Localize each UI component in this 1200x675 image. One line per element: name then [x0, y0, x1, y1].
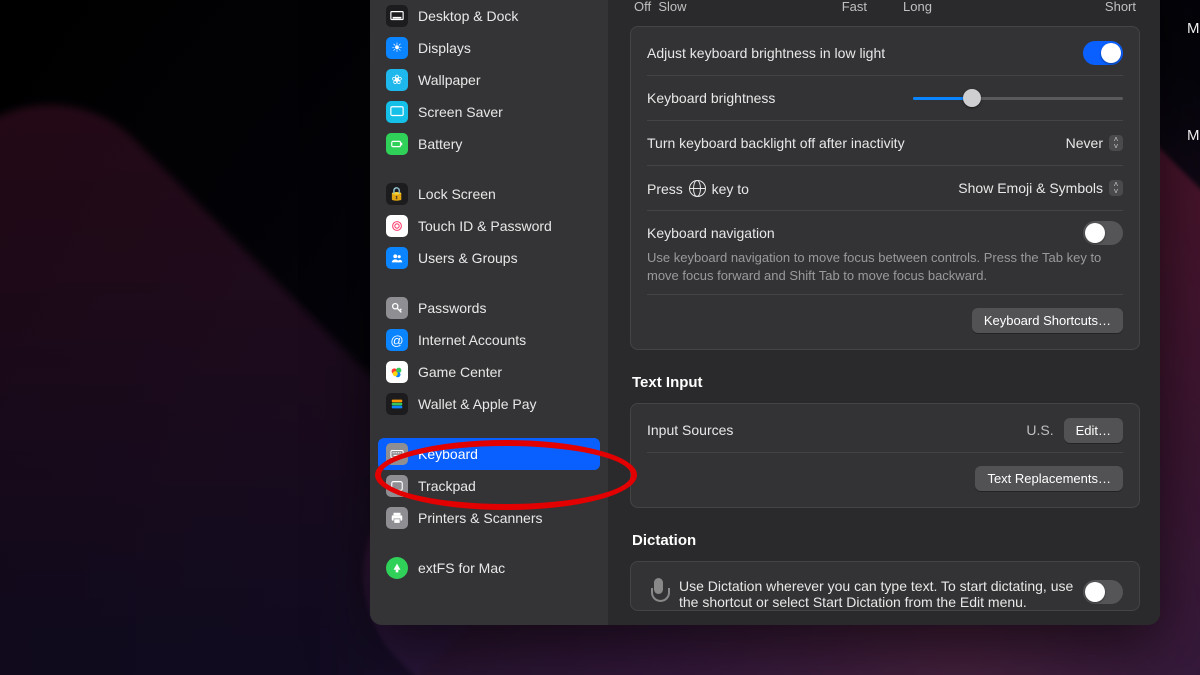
chevron-updown-icon: ˄˅ — [1109, 135, 1123, 151]
backlight-off-popup[interactable]: Never ˄˅ — [1066, 135, 1123, 151]
trackpad-icon — [386, 475, 408, 497]
dictation-title: Dictation — [632, 532, 1140, 549]
text-replacements-button[interactable]: Text Replacements… — [975, 466, 1123, 491]
input-sources-edit-button[interactable]: Edit… — [1064, 418, 1123, 443]
extfs-icon — [386, 557, 408, 579]
keyboard-icon — [386, 443, 408, 465]
sidebar-item-wallpaper[interactable]: ❀ Wallpaper — [370, 64, 608, 96]
keyboard-options-panel: Adjust keyboard brightness in low light … — [630, 26, 1140, 350]
backlight-off-label: Turn keyboard backlight off after inacti… — [647, 135, 1066, 151]
text-input-title: Text Input — [632, 374, 1140, 391]
sidebar-item-label: Desktop & Dock — [418, 8, 518, 24]
slider-labels-row: Off Slow Fast Long Short — [630, 0, 1140, 14]
sidebar-item-label: Lock Screen — [418, 186, 496, 202]
printer-icon — [386, 507, 408, 529]
sidebar-item-label: Wallpaper — [418, 72, 481, 88]
battery-icon — [386, 133, 408, 155]
globe-icon — [689, 180, 706, 197]
text-input-panel: Input Sources U.S. Edit… Text Replacemen… — [630, 403, 1140, 508]
sidebar-item-label: Printers & Scanners — [418, 510, 543, 526]
key-icon — [386, 297, 408, 319]
sidebar-item-label: Touch ID & Password — [418, 218, 552, 234]
microphone-icon — [649, 578, 669, 606]
sidebar-item-label: Battery — [418, 136, 462, 152]
flower-icon: ❀ — [386, 69, 408, 91]
brightness-slider[interactable] — [913, 88, 1123, 108]
menubar-clock-edge: M M — [1187, 20, 1200, 144]
sidebar-item-game-center[interactable]: Game Center — [370, 356, 608, 388]
sidebar-item-label: Displays — [418, 40, 471, 56]
fingerprint-icon — [386, 215, 408, 237]
sidebar-item-label: extFS for Mac — [418, 560, 505, 576]
dictation-panel: Use Dictation wherever you can type text… — [630, 561, 1140, 611]
sun-icon: ☀ — [386, 37, 408, 59]
gamecenter-icon — [386, 361, 408, 383]
keyboard-nav-label: Keyboard navigation — [647, 225, 1083, 241]
screensaver-icon — [386, 101, 408, 123]
at-icon: @ — [386, 329, 408, 351]
sidebar-item-displays[interactable]: ☀ Displays — [370, 32, 608, 64]
sidebar-item-label: Game Center — [418, 364, 502, 380]
sidebar-item-touch-id[interactable]: Touch ID & Password — [370, 210, 608, 242]
sidebar-item-label: Keyboard — [418, 446, 478, 462]
dictation-toggle[interactable] — [1083, 580, 1123, 604]
desktop-wallpaper: M M ✋ Privacy & Security Desktop & Dock … — [0, 0, 1200, 675]
wallet-icon — [386, 393, 408, 415]
lock-icon: 🔒 — [386, 183, 408, 205]
sidebar-item-passwords[interactable]: Passwords — [370, 292, 608, 324]
input-sources-label: Input Sources — [647, 422, 1026, 438]
settings-sidebar: ✋ Privacy & Security Desktop & Dock ☀ Di… — [370, 0, 608, 625]
sidebar-item-battery[interactable]: Battery — [370, 128, 608, 160]
sidebar-item-label: Screen Saver — [418, 104, 503, 120]
sidebar-item-trackpad[interactable]: Trackpad — [370, 470, 608, 502]
brightness-label: Keyboard brightness — [647, 90, 913, 106]
sidebar-item-printers[interactable]: Printers & Scanners — [370, 502, 608, 534]
sidebar-item-wallet[interactable]: Wallet & Apple Pay — [370, 388, 608, 420]
keyboard-nav-toggle[interactable] — [1083, 221, 1123, 245]
sidebar-item-lock-screen[interactable]: 🔒 Lock Screen — [370, 178, 608, 210]
auto-brightness-toggle[interactable] — [1083, 41, 1123, 65]
chevron-updown-icon: ˄˅ — [1109, 180, 1123, 196]
input-sources-value: U.S. — [1026, 422, 1053, 438]
sidebar-item-label: Users & Groups — [418, 250, 518, 266]
fn-key-label: Press key to — [647, 180, 958, 197]
sidebar-item-users[interactable]: Users & Groups — [370, 242, 608, 274]
system-settings-window: ✋ Privacy & Security Desktop & Dock ☀ Di… — [370, 0, 1160, 625]
sidebar-item-extfs[interactable]: extFS for Mac — [370, 552, 608, 584]
sidebar-item-keyboard[interactable]: Keyboard — [378, 438, 600, 470]
users-icon — [386, 247, 408, 269]
sidebar-item-label: Trackpad — [418, 478, 476, 494]
auto-brightness-label: Adjust keyboard brightness in low light — [647, 45, 1083, 61]
sidebar-item-screen-saver[interactable]: Screen Saver — [370, 96, 608, 128]
sidebar-item-label: Wallet & Apple Pay — [418, 396, 537, 412]
sidebar-item-label: Passwords — [418, 300, 486, 316]
sidebar-item-internet-accounts[interactable]: @ Internet Accounts — [370, 324, 608, 356]
keyboard-settings-pane: Off Slow Fast Long Short Adjust keyboard… — [608, 0, 1160, 625]
fn-key-popup[interactable]: Show Emoji & Symbols ˄˅ — [958, 180, 1123, 196]
sidebar-item-desktop[interactable]: Desktop & Dock — [370, 0, 608, 32]
keyboard-shortcuts-button[interactable]: Keyboard Shortcuts… — [972, 308, 1123, 333]
dictation-help: Use Dictation wherever you can type text… — [679, 578, 1083, 610]
dock-icon — [386, 5, 408, 27]
keyboard-nav-help: Use keyboard navigation to move focus be… — [647, 245, 1123, 294]
sidebar-item-label: Internet Accounts — [418, 332, 526, 348]
